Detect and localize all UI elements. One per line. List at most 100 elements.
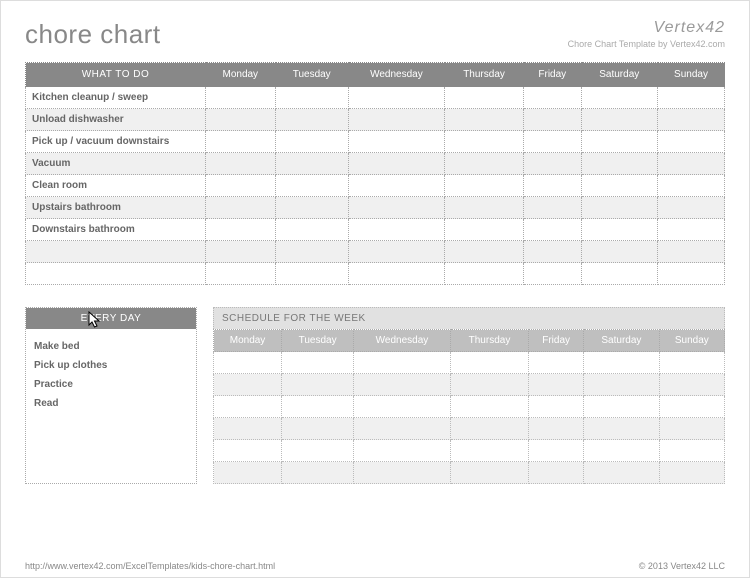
chore-cell [206, 241, 276, 263]
schedule-cell [282, 440, 354, 462]
chore-task [26, 241, 206, 263]
chore-cell [348, 197, 444, 219]
footer-url: http://www.vertex42.com/ExcelTemplates/k… [25, 561, 275, 571]
chore-cell [206, 109, 276, 131]
chore-task: Downstairs bathroom [26, 219, 206, 241]
chore-cell [348, 131, 444, 153]
schedule-cell [659, 462, 724, 484]
everyday-item: Practice [34, 375, 188, 394]
chore-cell [275, 197, 348, 219]
chore-cell [581, 219, 658, 241]
chore-cell [658, 109, 725, 131]
chore-cell [206, 175, 276, 197]
brand-subtitle: Chore Chart Template by Vertex42.com [568, 39, 725, 49]
chore-cell [348, 87, 444, 109]
schedule-cell [659, 418, 724, 440]
chore-task: Kitchen cleanup / sweep [26, 87, 206, 109]
chore-cell [581, 263, 658, 285]
chore-table: WHAT TO DO Monday Tuesday Wednesday Thur… [25, 62, 725, 285]
schedule-cell [354, 374, 451, 396]
chore-cell [524, 153, 581, 175]
chore-cell [206, 219, 276, 241]
schedule-cell [529, 352, 584, 374]
chore-task: Vacuum [26, 153, 206, 175]
chore-cell [524, 241, 581, 263]
schedule-cell [529, 462, 584, 484]
everyday-item: Read [34, 394, 188, 413]
chore-cell [445, 131, 524, 153]
schedule-header: SCHEDULE FOR THE WEEK [213, 307, 725, 329]
sched-day: Saturday [584, 330, 660, 352]
chore-cell [275, 175, 348, 197]
schedule-cell [354, 462, 451, 484]
schedule-cell [214, 352, 282, 374]
table-row: Clean room [26, 175, 725, 197]
footer-copyright: © 2013 Vertex42 LLC [639, 561, 725, 571]
schedule-cell [529, 396, 584, 418]
chore-cell [524, 219, 581, 241]
schedule-cell [584, 418, 660, 440]
chore-cell [348, 109, 444, 131]
chore-cell [275, 153, 348, 175]
schedule-cell [450, 440, 528, 462]
chore-cell [524, 197, 581, 219]
everyday-panel: EVERY DAY Make bedPick up clothesPractic… [25, 307, 197, 484]
schedule-cell [659, 440, 724, 462]
chore-cell [206, 197, 276, 219]
schedule-cell [282, 462, 354, 484]
sched-day: Tuesday [282, 330, 354, 352]
chore-cell [581, 197, 658, 219]
chore-cell [524, 263, 581, 285]
schedule-cell [659, 396, 724, 418]
chore-cell [445, 109, 524, 131]
schedule-panel: SCHEDULE FOR THE WEEK Monday Tuesday Wed… [213, 307, 725, 484]
sched-day: Sunday [659, 330, 724, 352]
schedule-cell [354, 440, 451, 462]
schedule-table: Monday Tuesday Wednesday Thursday Friday… [213, 329, 725, 484]
schedule-cell [214, 418, 282, 440]
chore-cell [524, 131, 581, 153]
sched-day: Thursday [450, 330, 528, 352]
schedule-cell [584, 374, 660, 396]
schedule-cell [450, 396, 528, 418]
chore-task: Clean room [26, 175, 206, 197]
chore-cell [524, 87, 581, 109]
schedule-cell [584, 396, 660, 418]
schedule-cell [450, 462, 528, 484]
chore-cell [581, 131, 658, 153]
chore-cell [658, 131, 725, 153]
schedule-cell [584, 462, 660, 484]
chore-cell [658, 153, 725, 175]
col-day: Tuesday [275, 63, 348, 87]
chore-cell [581, 175, 658, 197]
table-row [26, 263, 725, 285]
table-row [26, 241, 725, 263]
col-day: Friday [524, 63, 581, 87]
chore-cell [206, 87, 276, 109]
chore-cell [206, 263, 276, 285]
table-row: Upstairs bathroom [26, 197, 725, 219]
brand-block: Vertex42 Chore Chart Template by Vertex4… [568, 19, 725, 49]
chore-cell [445, 153, 524, 175]
chore-cell [206, 153, 276, 175]
col-day: Sunday [658, 63, 725, 87]
schedule-cell [450, 352, 528, 374]
col-what-to-do: WHAT TO DO [26, 63, 206, 87]
col-day: Wednesday [348, 63, 444, 87]
chore-cell [275, 263, 348, 285]
schedule-cell [584, 440, 660, 462]
chore-cell [348, 153, 444, 175]
chore-cell [445, 175, 524, 197]
table-row: Unload dishwasher [26, 109, 725, 131]
chore-task: Pick up / vacuum downstairs [26, 131, 206, 153]
schedule-cell [282, 352, 354, 374]
everyday-header: EVERY DAY [26, 308, 196, 329]
brand-name: Vertex42 [568, 19, 725, 37]
chore-cell [658, 175, 725, 197]
chore-cell [445, 263, 524, 285]
sched-day: Friday [529, 330, 584, 352]
chore-cell [524, 175, 581, 197]
schedule-cell [282, 418, 354, 440]
schedule-cell [584, 352, 660, 374]
table-row: Downstairs bathroom [26, 219, 725, 241]
